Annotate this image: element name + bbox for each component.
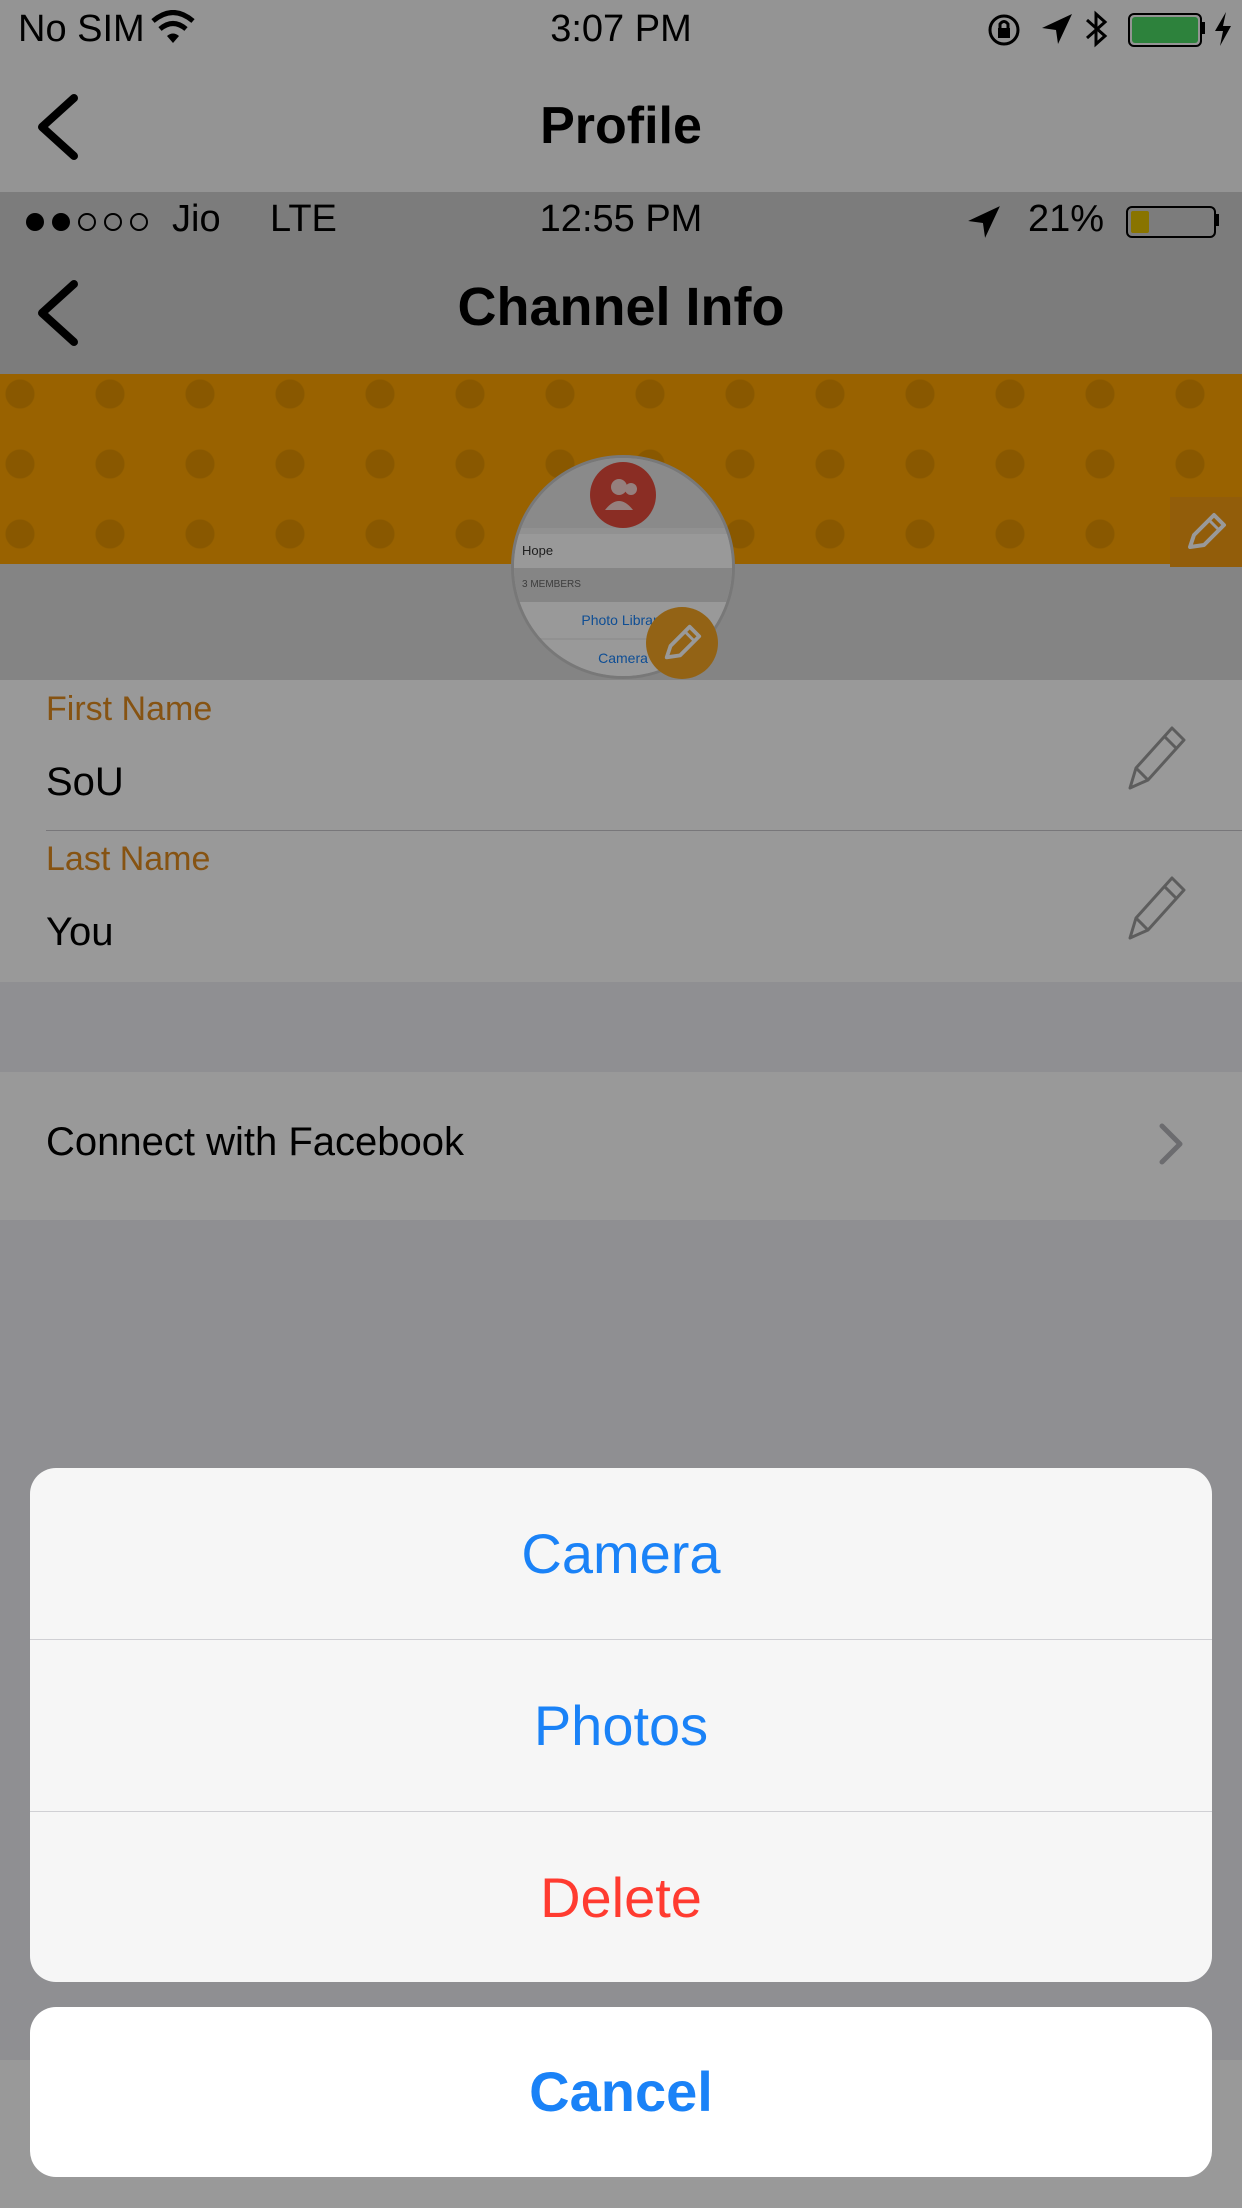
photos-button[interactable]: Photos — [30, 1640, 1212, 1811]
delete-button[interactable]: Delete — [30, 1812, 1212, 1982]
action-sheet: Camera Photos Delete — [30, 1468, 1212, 1982]
camera-button[interactable]: Camera — [30, 1468, 1212, 1639]
cancel-button[interactable]: Cancel — [30, 2007, 1212, 2177]
